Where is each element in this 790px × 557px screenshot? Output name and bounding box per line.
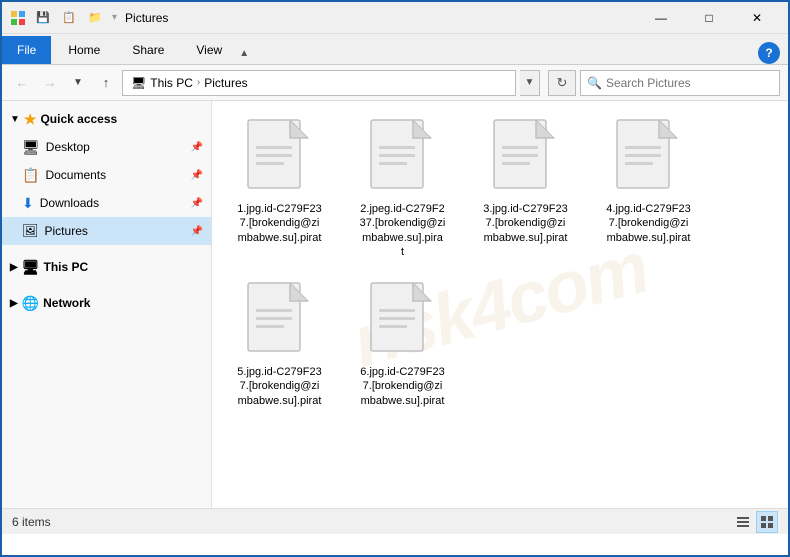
downloads-icon: ⬇	[22, 195, 34, 212]
path-icon: 🖥	[131, 76, 146, 90]
minimize-button[interactable]: —	[638, 2, 684, 34]
pictures-icon: 🖼	[22, 223, 39, 239]
sidebar-item-downloads[interactable]: ⬇ Downloads 📌	[2, 189, 211, 217]
file-icon	[367, 281, 439, 361]
ribbon-tabs: File Home Share View ▲ ?	[2, 34, 788, 64]
pin-icon-pictures: 📌	[191, 226, 203, 237]
window-controls: — □ ✕	[638, 2, 780, 34]
file-item[interactable]: 2.jpeg.id-C279F2 37.[brokendig@zi mbabwe…	[345, 111, 460, 266]
file-item[interactable]: 4.jpg.id-C279F23 7.[brokendig@zi mbabwe.…	[591, 111, 706, 266]
sidebar-section-this-pc[interactable]: ▶ 🖥 This PC	[2, 253, 211, 281]
file-name: 3.jpg.id-C279F23 7.[brokendig@zi mbabwe.…	[483, 202, 567, 245]
list-view-button[interactable]	[732, 511, 754, 533]
ribbon: File Home Share View ▲ ?	[2, 34, 788, 65]
path-separator-1: ›	[197, 77, 200, 88]
file-item[interactable]: 5.jpg.id-C279F23 7.[brokendig@zi mbabwe.…	[222, 274, 337, 415]
file-name: 4.jpg.id-C279F23 7.[brokendig@zi mbabwe.…	[606, 202, 690, 245]
qa-save-btn[interactable]: 💾	[32, 7, 54, 29]
tab-file[interactable]: File	[2, 36, 51, 64]
pin-icon-downloads: 📌	[191, 198, 203, 209]
quick-access-expand-icon: ▼	[10, 114, 20, 125]
pictures-label: Pictures	[45, 224, 88, 238]
tab-share[interactable]: Share	[117, 36, 179, 64]
close-button[interactable]: ✕	[734, 2, 780, 34]
file-icon	[244, 281, 316, 361]
path-pictures[interactable]: Pictures	[204, 76, 247, 90]
quick-access-toolbar: 💾 📋 📁 ▾	[32, 7, 117, 29]
sidebar-section-network[interactable]: ▶ 🌐 Network	[2, 289, 211, 317]
path-this-pc[interactable]: This PC	[150, 76, 193, 90]
refresh-button[interactable]: ↻	[548, 70, 576, 96]
search-input[interactable]	[606, 76, 773, 90]
title-bar: 💾 📋 📁 ▾ Pictures — □ ✕	[2, 2, 788, 34]
sidebar-section-quick-access[interactable]: ▼ ★ Quick access	[2, 105, 211, 133]
sidebar-item-desktop[interactable]: 🖥 Desktop 📌	[2, 133, 211, 161]
address-path[interactable]: 🖥 This PC › Pictures	[122, 70, 516, 96]
file-icon	[367, 118, 439, 198]
files-grid: 1.jpg.id-C279F23 7.[brokendig@zi mbabwe.…	[222, 111, 778, 415]
maximize-button[interactable]: □	[686, 2, 732, 34]
file-item[interactable]: 3.jpg.id-C279F23 7.[brokendig@zi mbabwe.…	[468, 111, 583, 266]
file-name: 1.jpg.id-C279F23 7.[brokendig@zi mbabwe.…	[237, 202, 321, 245]
back-button[interactable]: ←	[10, 71, 34, 95]
documents-icon: 📋	[22, 167, 39, 184]
file-icon	[244, 118, 316, 198]
sidebar: ▼ ★ Quick access 🖥 Desktop 📌 📋 Documents…	[2, 101, 212, 508]
file-area[interactable]: risk4com 1.jpg.id-C279F23 7.[brokendig@z…	[212, 101, 788, 508]
qa-newdir-btn[interactable]: 📁	[84, 7, 106, 29]
main-content: ▼ ★ Quick access 🖥 Desktop 📌 📋 Documents…	[2, 101, 788, 508]
this-pc-label: This PC	[43, 260, 88, 274]
downloads-label: Downloads	[40, 196, 99, 210]
file-name: 2.jpeg.id-C279F2 37.[brokendig@zi mbabwe…	[360, 202, 446, 259]
file-item[interactable]: 6.jpg.id-C279F23 7.[brokendig@zi mbabwe.…	[345, 274, 460, 415]
file-icon	[490, 118, 562, 198]
tab-home[interactable]: Home	[53, 36, 115, 64]
help-button[interactable]: ?	[758, 42, 780, 64]
view-controls	[732, 511, 778, 533]
network-icon: 🌐	[22, 295, 39, 312]
network-label: Network	[43, 296, 90, 310]
address-dropdown-button[interactable]: ▼	[520, 70, 540, 96]
network-expand-icon: ▶	[10, 298, 18, 309]
item-count: 6 items	[12, 515, 51, 529]
tab-view[interactable]: View	[181, 36, 237, 64]
file-icon	[613, 118, 685, 198]
file-name: 5.jpg.id-C279F23 7.[brokendig@zi mbabwe.…	[237, 365, 321, 408]
history-dropdown-button[interactable]: ▼	[66, 71, 90, 95]
ribbon-collapse-btn[interactable]: ▲	[239, 48, 249, 59]
desktop-label: Desktop	[46, 140, 90, 154]
up-button[interactable]: ↑	[94, 71, 118, 95]
search-icon: 🔍	[587, 76, 602, 90]
this-pc-expand-icon: ▶	[10, 262, 18, 273]
quick-access-star-icon: ★	[24, 111, 37, 128]
address-bar: ← → ▼ ↑ 🖥 This PC › Pictures ▼ ↻ 🔍	[2, 65, 788, 101]
search-box[interactable]: 🔍	[580, 70, 780, 96]
large-icons-view-button[interactable]	[756, 511, 778, 533]
sidebar-item-documents[interactable]: 📋 Documents 📌	[2, 161, 211, 189]
pin-icon-documents: 📌	[191, 170, 203, 181]
qa-properties-btn[interactable]: 📋	[58, 7, 80, 29]
file-item[interactable]: 1.jpg.id-C279F23 7.[brokendig@zi mbabwe.…	[222, 111, 337, 266]
status-bar: 6 items	[2, 508, 788, 534]
app-icon	[10, 10, 26, 26]
desktop-icon: 🖥	[22, 139, 40, 156]
this-pc-icon: 🖥	[22, 259, 40, 276]
quick-access-label: Quick access	[40, 112, 117, 126]
documents-label: Documents	[45, 168, 106, 182]
pin-icon-desktop: 📌	[191, 142, 203, 153]
window-title: Pictures	[125, 11, 638, 25]
file-name: 6.jpg.id-C279F23 7.[brokendig@zi mbabwe.…	[360, 365, 444, 408]
forward-button[interactable]: →	[38, 71, 62, 95]
sidebar-item-pictures[interactable]: 🖼 Pictures 📌	[2, 217, 211, 245]
